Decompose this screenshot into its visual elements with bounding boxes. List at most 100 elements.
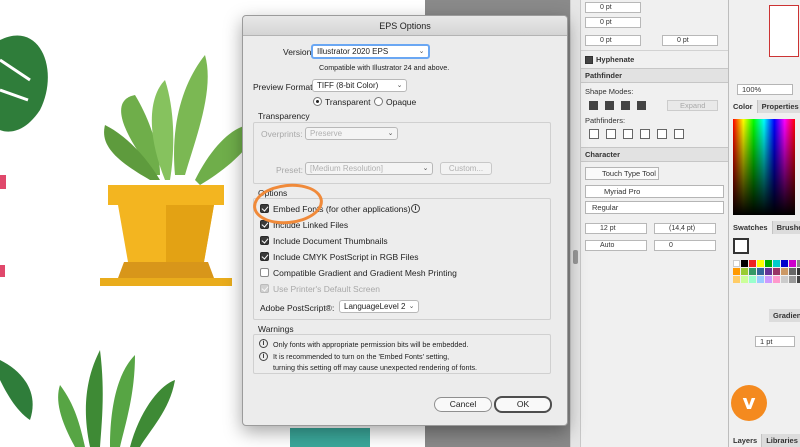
overprints-label: Overprints: bbox=[261, 129, 303, 139]
color-tabs: Color Properties bbox=[729, 100, 800, 113]
compatible-gradient-label: Compatible Gradient and Gradient Mesh Pr… bbox=[273, 268, 457, 278]
navigator-thumbnail bbox=[769, 5, 799, 57]
minus-front-icon[interactable] bbox=[605, 100, 614, 110]
tab-layers[interactable]: Layers bbox=[729, 434, 763, 447]
warning-2b: turning this setting off may cause unexp… bbox=[273, 363, 478, 372]
shape-modes-row: Expand bbox=[581, 96, 728, 114]
spin-row-3: 0 pt 0 pt bbox=[581, 30, 728, 50]
space-after-field[interactable]: 0 pt bbox=[585, 34, 641, 46]
custom-button[interactable]: Custom... bbox=[440, 162, 492, 175]
compat-note: Compatible with Illustrator 24 and above… bbox=[319, 63, 450, 72]
postscript-select[interactable]: LanguageLevel 2 ⌄ bbox=[339, 300, 419, 313]
compatible-gradient-checkbox[interactable] bbox=[260, 268, 269, 277]
tab-brushes[interactable]: Brushes bbox=[772, 221, 800, 234]
transparent-label: Transparent bbox=[325, 97, 371, 107]
expand-button[interactable]: Expand bbox=[667, 99, 719, 111]
opaque-label: Opaque bbox=[386, 97, 417, 107]
pathfinder-panel-header[interactable]: Pathfinder bbox=[581, 68, 728, 83]
exclude-icon[interactable] bbox=[637, 100, 646, 110]
preview-format-select[interactable]: TIFF (8-bit Color) ⌄ bbox=[312, 79, 407, 92]
version-select[interactable]: Illustrator 2020 EPS ⌄ bbox=[311, 44, 430, 59]
warning-2a: It is recommended to turn on the 'Embed … bbox=[273, 352, 450, 361]
pathfinders-row bbox=[581, 125, 728, 143]
tab-libraries[interactable]: Libraries bbox=[762, 434, 800, 447]
color-spectrum[interactable] bbox=[733, 119, 795, 215]
preview-format-value: TIFF (8-bit Color) bbox=[317, 81, 379, 90]
warning-1: Only fonts with appropriate permission b… bbox=[273, 340, 469, 349]
spin-row-2: 0 pt bbox=[581, 15, 728, 30]
font-family-select[interactable]: Myriad Pro bbox=[585, 185, 724, 198]
character-panel-header[interactable]: Character bbox=[581, 147, 728, 162]
crop-icon[interactable] bbox=[640, 129, 650, 139]
ok-button[interactable]: OK bbox=[494, 396, 552, 413]
warning-info-icon: i bbox=[259, 339, 268, 348]
version-value: Illustrator 2020 EPS bbox=[317, 47, 389, 56]
warnings-legend: Warnings bbox=[258, 324, 294, 334]
space-before-field[interactable]: 0 pt bbox=[585, 17, 641, 28]
info-icon[interactable]: i bbox=[411, 204, 420, 213]
vimeo-logo-icon: v bbox=[731, 385, 767, 421]
preset-select[interactable]: [Medium Resolution] ⌄ bbox=[305, 162, 433, 175]
preview-format-label: Preview Format: bbox=[253, 82, 315, 92]
dialog-title[interactable]: EPS Options bbox=[243, 16, 567, 36]
cancel-button[interactable]: Cancel bbox=[434, 397, 492, 412]
merge-icon[interactable] bbox=[623, 129, 633, 139]
transparent-radio[interactable] bbox=[313, 97, 322, 106]
include-thumbnails-checkbox[interactable] bbox=[260, 236, 269, 245]
font-size-row: 12 pt (14,4 pt) bbox=[581, 220, 728, 237]
warning-info-icon: i bbox=[259, 352, 268, 361]
stroke-weight-field[interactable]: 1 pt bbox=[755, 336, 795, 347]
trim-icon[interactable] bbox=[606, 129, 616, 139]
leading-field[interactable]: (14,4 pt) bbox=[654, 223, 716, 234]
spin-row-1: 0 pt bbox=[581, 0, 728, 15]
canvas-vertical-scrollbar[interactable] bbox=[570, 0, 580, 447]
printer-default-label: Use Printer's Default Screen bbox=[273, 284, 380, 294]
space-after-field-2[interactable]: 0 pt bbox=[662, 34, 718, 46]
tracking-field[interactable]: 0 bbox=[654, 240, 716, 251]
swatch-grid[interactable] bbox=[729, 258, 800, 285]
font-style-select[interactable]: Regular bbox=[585, 201, 724, 214]
transparency-legend: Transparency bbox=[258, 111, 310, 121]
shape-modes-label: Shape Modes: bbox=[585, 87, 634, 96]
overprints-value: Preserve bbox=[310, 129, 343, 138]
version-label: Version: bbox=[283, 47, 314, 57]
pathfinder-title: Pathfinder bbox=[585, 71, 623, 80]
postscript-value: LanguageLevel 2 bbox=[344, 302, 406, 311]
tab-properties[interactable]: Properties bbox=[757, 100, 800, 113]
hyphenate-row: Hyphenate bbox=[581, 50, 728, 68]
include-thumbnails-label: Include Document Thumbnails bbox=[273, 236, 388, 246]
properties-panel-column: 0 pt 0 pt 0 pt 0 pt Hyphenate Pathfinder… bbox=[580, 0, 728, 447]
font-size-field[interactable]: 12 pt bbox=[585, 223, 647, 234]
chevron-down-icon: ⌄ bbox=[408, 303, 415, 310]
pathfinders-label: Pathfinders: bbox=[585, 116, 626, 125]
unite-icon[interactable] bbox=[589, 100, 598, 110]
kerning-field[interactable]: Auto bbox=[585, 240, 647, 251]
intersect-icon[interactable] bbox=[621, 100, 630, 110]
printer-default-checkbox[interactable] bbox=[260, 284, 269, 293]
include-cmyk-checkbox[interactable] bbox=[260, 252, 269, 261]
swatches-tabs: Swatches Brushes bbox=[729, 221, 800, 234]
preset-label: Preset: bbox=[276, 165, 303, 175]
warnings-group: i Only fonts with appropriate permission… bbox=[253, 334, 551, 374]
preset-value: [Medium Resolution] bbox=[310, 164, 383, 173]
secondary-panel-column: 100% Color Properties Swatches Brushes G… bbox=[728, 0, 800, 447]
tab-color[interactable]: Color bbox=[729, 100, 758, 113]
chevron-down-icon: ⌄ bbox=[396, 82, 403, 89]
indent-field[interactable]: 0 pt bbox=[585, 2, 641, 13]
minus-back-icon[interactable] bbox=[674, 129, 684, 139]
opaque-radio[interactable] bbox=[374, 97, 383, 106]
transparency-group: Overprints: Preserve ⌄ Preset: [Medium R… bbox=[253, 122, 551, 184]
divide-icon[interactable] bbox=[589, 129, 599, 139]
fill-stroke-indicator[interactable] bbox=[733, 238, 749, 254]
overprints-select[interactable]: Preserve ⌄ bbox=[305, 127, 398, 140]
tab-swatches[interactable]: Swatches bbox=[729, 221, 773, 234]
scrollbar-thumb[interactable] bbox=[573, 250, 578, 264]
outline-icon[interactable] bbox=[657, 129, 667, 139]
gradient-tabs: Gradient bbox=[729, 309, 800, 322]
tab-gradient[interactable]: Gradient bbox=[769, 309, 800, 322]
zoom-field[interactable]: 100% bbox=[737, 84, 793, 95]
touch-type-tool-button[interactable]: Touch Type Tool bbox=[585, 167, 659, 180]
chevron-down-icon: ⌄ bbox=[387, 130, 394, 137]
hyphenate-checkbox[interactable] bbox=[585, 55, 593, 64]
kerning-row: Auto 0 bbox=[581, 237, 728, 254]
